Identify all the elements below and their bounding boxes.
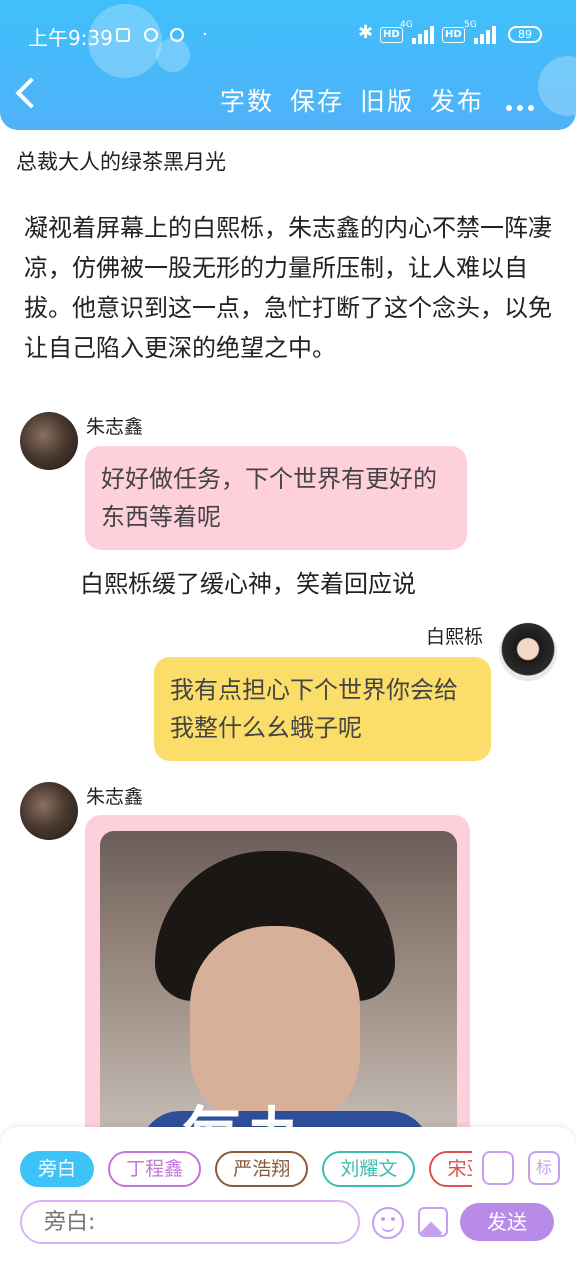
save-button[interactable]: 保存 — [290, 82, 344, 118]
role-chip-narrator[interactable]: 旁白 — [20, 1151, 95, 1187]
message-bubble[interactable]: 我有点担心下个世界你会给我整什么幺蛾子呢 — [154, 657, 491, 761]
old-version-button[interactable]: 旧版 — [360, 82, 414, 118]
speaker-name: 朱志鑫 — [86, 416, 144, 438]
battery-icon: 89 — [508, 26, 542, 43]
notification-icon — [170, 28, 184, 42]
role-selector: 旁白 丁程鑫 严浩翔 刘耀文 宋亚 — [20, 1151, 472, 1191]
person-icon[interactable] — [482, 1151, 514, 1185]
hd-badge: HD — [442, 27, 465, 43]
signal-icon — [472, 22, 500, 44]
publish-button[interactable]: 发布 — [430, 82, 484, 118]
story-paragraph[interactable]: 凝视着屏幕上的白熙栎，朱志鑫的内心不禁一阵凄凉，仿佛被一股无形的力量所压制，让人… — [24, 208, 554, 368]
image-icon[interactable] — [418, 1207, 448, 1237]
message-bubble[interactable]: 好好做任务，下个世界有更好的东西等着呢 — [85, 446, 467, 550]
notification-icon — [144, 28, 158, 42]
avatar-zhu[interactable] — [20, 412, 78, 470]
back-arrow-icon[interactable] — [15, 77, 47, 109]
role-chip[interactable]: 丁程鑫 — [108, 1151, 202, 1187]
status-dot: · — [202, 24, 208, 45]
signal-icon — [410, 22, 438, 44]
message-input[interactable] — [20, 1200, 360, 1244]
top-header: 上午9:39 · ✱ HD 4G HD 5G 89 字数 保存 旧版 发布 — [0, 0, 576, 130]
avatar-zhu[interactable] — [20, 782, 78, 840]
status-bar: 上午9:39 · ✱ HD 4G HD 5G 89 — [0, 18, 576, 54]
avatar-bai[interactable] — [499, 623, 557, 681]
speaker-name: 朱志鑫 — [86, 786, 144, 808]
bluetooth-icon: ✱ — [358, 22, 374, 43]
wordcount-button[interactable]: 字数 — [220, 82, 274, 118]
mark-button[interactable]: 标 — [528, 1151, 560, 1185]
role-chip[interactable]: 严浩翔 — [215, 1151, 309, 1187]
status-time: 上午9:39 — [28, 26, 113, 50]
send-button[interactable]: 发送 — [460, 1203, 554, 1241]
story-title: 总裁大人的绿茶黑月光 — [16, 150, 226, 174]
emoji-icon[interactable] — [372, 1207, 404, 1239]
notification-icon — [116, 28, 130, 42]
role-chip[interactable]: 刘耀文 — [322, 1151, 416, 1187]
more-options-icon[interactable] — [506, 96, 539, 115]
composer-panel: 旁白 丁程鑫 严浩翔 刘耀文 宋亚 标 发送 — [0, 1127, 576, 1280]
decor-bubble — [538, 56, 576, 116]
meme-image[interactable]: 每九 — [100, 831, 457, 1151]
speaker-name: 白熙栎 — [426, 626, 484, 648]
narration-text[interactable]: 白熙栎缓了缓心神，笑着回应说 — [80, 564, 416, 599]
role-chip[interactable]: 宋亚 — [429, 1151, 472, 1187]
image-message[interactable]: 每九 — [85, 815, 470, 1151]
